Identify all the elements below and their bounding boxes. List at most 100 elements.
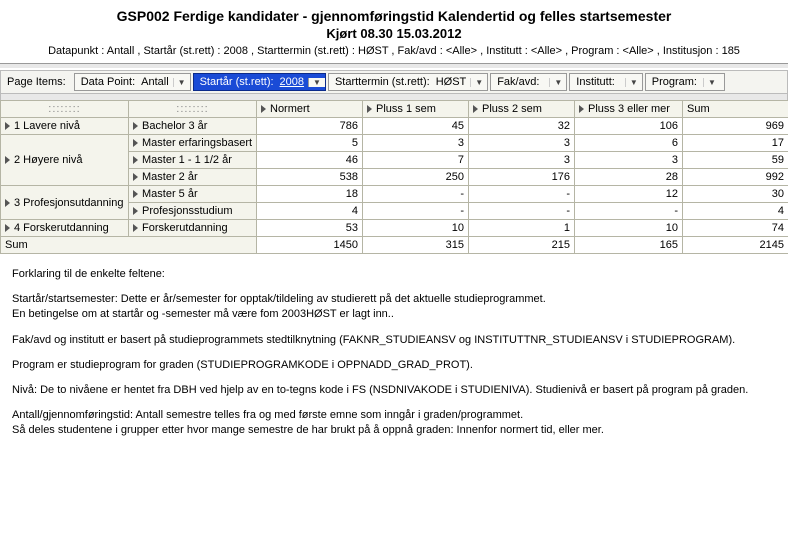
data-cell: 215	[469, 237, 575, 254]
pill-value: 2008	[278, 76, 308, 88]
data-cell: -	[469, 186, 575, 203]
data-cell: 165	[575, 237, 683, 254]
expand-icon	[5, 199, 10, 207]
col-header[interactable]: Pluss 1 sem	[363, 101, 469, 118]
pill-label: Institutt:	[570, 76, 619, 88]
row-sub-header[interactable]: Forskerutdanning	[129, 220, 257, 237]
data-cell: 74	[683, 220, 788, 237]
explain-line: Nivå: De to nivåene er hentet fra DBH ve…	[12, 384, 776, 397]
row-sub-header[interactable]: Master erfaringsbasert	[129, 135, 257, 152]
page-item-pill[interactable]: Data Point:Antall▼	[74, 73, 191, 91]
chevron-down-icon[interactable]: ▼	[470, 78, 487, 87]
table-row: 3 ProfesjonsutdanningMaster 5 år18--1230	[1, 186, 788, 203]
sum-label: Sum	[1, 237, 257, 254]
explain-line: Så deles studentene i grupper etter hvor…	[12, 424, 776, 437]
data-cell: 2145	[683, 237, 788, 254]
divider	[0, 63, 788, 69]
data-cell: -	[575, 203, 683, 220]
explanation-block: Forklaring til de enkelte feltene: Start…	[0, 254, 788, 464]
data-cell: 45	[363, 118, 469, 135]
col-header[interactable]: Normert	[257, 101, 363, 118]
data-cell: 12	[575, 186, 683, 203]
chevron-down-icon[interactable]: ▼	[549, 78, 566, 87]
data-cell: 3	[363, 135, 469, 152]
data-cell: 3	[469, 152, 575, 169]
page-item-pill[interactable]: Starttermin (st.rett):HØST▼	[328, 73, 488, 91]
report-run-time: Kjørt 08.30 15.03.2012	[0, 26, 788, 41]
explain-intro: Forklaring til de enkelte feltene:	[12, 268, 776, 281]
page-item-pill[interactable]: Fak/avd:▼	[490, 73, 567, 91]
expand-icon	[473, 105, 478, 113]
page-item-pill[interactable]: Program:▼	[645, 73, 725, 91]
row-grip[interactable]: ::::::::	[129, 101, 257, 118]
data-cell: 176	[469, 169, 575, 186]
expand-icon	[133, 173, 138, 181]
row-group-header[interactable]: 2 Høyere nivå	[1, 135, 129, 186]
data-cell: 992	[683, 169, 788, 186]
sum-row: Sum14503152151652145	[1, 237, 788, 254]
data-cell: 4	[683, 203, 788, 220]
data-cell: 969	[683, 118, 788, 135]
chevron-down-icon[interactable]: ▼	[308, 78, 325, 87]
data-cell: 18	[257, 186, 363, 203]
expand-icon	[5, 224, 10, 232]
pill-label: Data Point:	[75, 76, 139, 88]
data-cell: 3	[469, 135, 575, 152]
pill-label: Startår (st.rett):	[194, 76, 278, 88]
data-cell: -	[469, 203, 575, 220]
expand-icon	[5, 156, 10, 164]
data-cell: 1	[469, 220, 575, 237]
row-sub-header[interactable]: Profesjonsstudium	[129, 203, 257, 220]
expand-icon	[261, 105, 266, 113]
expand-icon	[133, 139, 138, 147]
expand-icon	[133, 156, 138, 164]
row-group-header[interactable]: 3 Profesjonsutdanning	[1, 186, 129, 220]
expand-icon	[133, 207, 138, 215]
data-cell: 250	[363, 169, 469, 186]
explain-line: Program er studieprogram for graden (STU…	[12, 359, 776, 372]
chevron-down-icon[interactable]: ▼	[173, 78, 190, 87]
expand-icon	[133, 224, 138, 232]
data-cell: 106	[575, 118, 683, 135]
data-cell: 46	[257, 152, 363, 169]
explain-line: En betingelse om at startår og -semester…	[12, 308, 776, 321]
report-datapoint: Datapunkt : Antall , Startår (st.rett) :…	[0, 45, 788, 57]
data-cell: 786	[257, 118, 363, 135]
pill-value: HØST	[434, 76, 471, 88]
data-cell: 17	[683, 135, 788, 152]
row-sub-header[interactable]: Bachelor 3 år	[129, 118, 257, 135]
chevron-down-icon[interactable]: ▼	[703, 78, 720, 87]
row-group-header[interactable]: 4 Forskerutdanning	[1, 220, 129, 237]
pill-label: Starttermin (st.rett):	[329, 76, 434, 88]
page-item-pill[interactable]: Startår (st.rett):2008▼	[193, 73, 326, 91]
row-sub-header[interactable]: Master 5 år	[129, 186, 257, 203]
data-cell: 538	[257, 169, 363, 186]
explain-line: Startår/startsemester: Dette er år/semes…	[12, 293, 776, 306]
data-cell: 28	[575, 169, 683, 186]
expand-icon	[133, 122, 138, 130]
row-grip[interactable]: ::::::::	[1, 101, 129, 118]
data-cell: 30	[683, 186, 788, 203]
data-cell: -	[363, 203, 469, 220]
data-cell: 315	[363, 237, 469, 254]
data-cell: 5	[257, 135, 363, 152]
col-header[interactable]: Pluss 3 eller mer	[575, 101, 683, 118]
table-row: 4 ForskerutdanningForskerutdanning531011…	[1, 220, 788, 237]
col-header[interactable]: Pluss 2 sem	[469, 101, 575, 118]
row-sub-header[interactable]: Master 2 år	[129, 169, 257, 186]
chevron-down-icon[interactable]: ▼	[625, 78, 642, 87]
data-cell: 32	[469, 118, 575, 135]
pill-value: Antall	[139, 76, 173, 88]
page-item-pill[interactable]: Institutt: ▼	[569, 73, 642, 91]
explain-line: Fak/avd og institutt er basert på studie…	[12, 334, 776, 347]
table-row: 1 Lavere nivåBachelor 3 år7864532106969	[1, 118, 788, 135]
table-row: 2 Høyere nivåMaster erfaringsbasert53361…	[1, 135, 788, 152]
data-cell: 3	[575, 152, 683, 169]
data-cell: 6	[575, 135, 683, 152]
col-header: Sum	[683, 101, 788, 118]
row-sub-header[interactable]: Master 1 - 1 1/2 år	[129, 152, 257, 169]
data-cell: -	[363, 186, 469, 203]
data-cell: 1450	[257, 237, 363, 254]
page-items-label: Page Items:	[3, 76, 72, 88]
row-group-header[interactable]: 1 Lavere nivå	[1, 118, 129, 135]
